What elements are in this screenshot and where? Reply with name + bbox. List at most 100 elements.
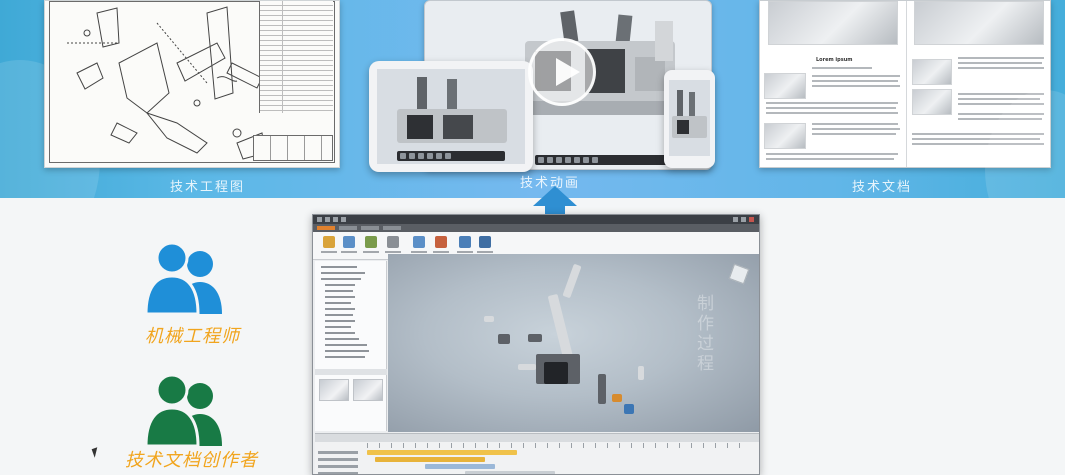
tree-node[interactable]: [325, 302, 351, 304]
ribbon-label: [321, 251, 337, 253]
phone-render: [672, 90, 707, 138]
tree-node[interactable]: [325, 344, 367, 346]
authoring-app-window[interactable]: 制作过程: [312, 214, 760, 475]
ribbon-label: [411, 251, 427, 253]
doc-text-line: [958, 67, 1044, 69]
ribbon-label: [341, 251, 357, 253]
timeline-action[interactable]: [425, 464, 495, 469]
doc-figure: [764, 123, 806, 149]
timeline-action[interactable]: [375, 457, 485, 462]
snapshot-thumbnail[interactable]: [319, 379, 349, 401]
maximize-icon[interactable]: [741, 217, 746, 222]
exploded-part[interactable]: [562, 263, 582, 299]
tablet-player-controls[interactable]: [397, 151, 505, 161]
exploded-part[interactable]: [498, 334, 510, 344]
tree-node[interactable]: [321, 272, 365, 274]
track-name: [318, 451, 358, 454]
exploded-part[interactable]: [598, 374, 606, 404]
tree-node[interactable]: [325, 284, 355, 286]
mechanical-engineer-label: 机械工程师: [145, 326, 240, 347]
tree-node[interactable]: [325, 296, 355, 298]
exploded-part[interactable]: [624, 404, 634, 414]
doc-hero-image-right: [914, 1, 1044, 45]
drawing-title-block: [253, 135, 333, 161]
storyboard-timeline[interactable]: [315, 433, 759, 474]
doc-text-line: [958, 93, 1044, 95]
minimize-icon[interactable]: [733, 217, 738, 222]
ribbon-tab[interactable]: [383, 226, 401, 230]
technical-document-preview[interactable]: Lorem ipsum: [759, 0, 1051, 168]
new-snapshot-icon[interactable]: [343, 236, 355, 248]
publish-video-icon[interactable]: [479, 236, 491, 248]
app-titlebar: [313, 215, 759, 224]
exploded-part[interactable]: [484, 316, 494, 322]
arrow-head: [533, 186, 577, 206]
fade-icon[interactable]: [387, 236, 399, 248]
doc-hero-image-left: [768, 1, 898, 45]
callout-icon[interactable]: [435, 236, 447, 248]
doc-figure: [764, 73, 806, 99]
mechanical-engineer-persona: [142, 238, 228, 314]
phone-screen[interactable]: [669, 80, 710, 156]
qat-icon[interactable]: [341, 217, 346, 222]
timeline-ruler[interactable]: [367, 443, 751, 448]
tree-node[interactable]: [325, 308, 355, 310]
publish-raster-icon[interactable]: [459, 236, 471, 248]
doc-text-line: [912, 143, 1044, 145]
qat-icon[interactable]: [317, 217, 322, 222]
doc-text-line: [958, 103, 1044, 105]
qat-icon[interactable]: [333, 217, 338, 222]
phone-device: [664, 70, 715, 168]
doc-text-line: [912, 133, 1044, 135]
bill-of-materials-table: [259, 1, 333, 113]
3d-viewport[interactable]: 制作过程: [388, 254, 759, 432]
snapshot-thumbnail[interactable]: [353, 379, 383, 401]
tree-node[interactable]: [325, 350, 369, 352]
ribbon-tab[interactable]: [361, 226, 379, 230]
doc-text-line: [812, 133, 896, 135]
exploded-part[interactable]: [638, 366, 644, 380]
model-browser-panel[interactable]: [315, 261, 387, 431]
close-icon[interactable]: [749, 217, 754, 222]
mouse-cursor-icon: [91, 447, 101, 458]
tree-node[interactable]: [321, 278, 361, 280]
tree-node[interactable]: [325, 356, 365, 358]
ribbon-label: [457, 251, 473, 253]
technical-drawing-preview[interactable]: [44, 0, 340, 168]
tablet-render: [397, 77, 507, 143]
users-icon: [144, 241, 222, 314]
viewcube-icon[interactable]: [728, 263, 750, 285]
doc-text-line: [766, 107, 896, 109]
tree-node[interactable]: [325, 326, 351, 328]
doc-text-line: [958, 57, 1044, 59]
doc-text-line: [766, 112, 898, 114]
tree-node[interactable]: [325, 338, 359, 340]
ribbon-tab[interactable]: [339, 226, 357, 230]
tree-node[interactable]: [321, 266, 357, 268]
timeline-action[interactable]: [465, 471, 555, 474]
tree-node[interactable]: [325, 314, 353, 316]
play-button-icon[interactable]: [528, 38, 596, 106]
new-storyboard-icon[interactable]: [323, 236, 335, 248]
caption-drawings: 技术工程图: [170, 180, 246, 195]
tablet-screen[interactable]: [377, 69, 525, 164]
tree-node[interactable]: [325, 320, 355, 322]
tech-doc-author-persona: [142, 370, 228, 446]
timeline-action[interactable]: [367, 450, 517, 455]
exploded-assembly-drawing: [67, 6, 266, 160]
doc-text-line: [766, 153, 898, 155]
tree-node[interactable]: [325, 332, 355, 334]
exploded-part[interactable]: [528, 334, 542, 342]
exploded-part[interactable]: [612, 394, 622, 402]
exploded-part[interactable]: [544, 362, 568, 384]
ribbon-tab[interactable]: [317, 226, 335, 230]
capture-camera-icon[interactable]: [413, 236, 425, 248]
doc-text-line: [912, 138, 1040, 140]
tweak-icon[interactable]: [365, 236, 377, 248]
qat-icon[interactable]: [325, 217, 330, 222]
tablet-device: [369, 61, 533, 172]
page-divider: [906, 1, 907, 167]
doc-text-line: [812, 128, 900, 130]
exploded-part[interactable]: [518, 364, 536, 370]
tree-node[interactable]: [325, 290, 353, 292]
